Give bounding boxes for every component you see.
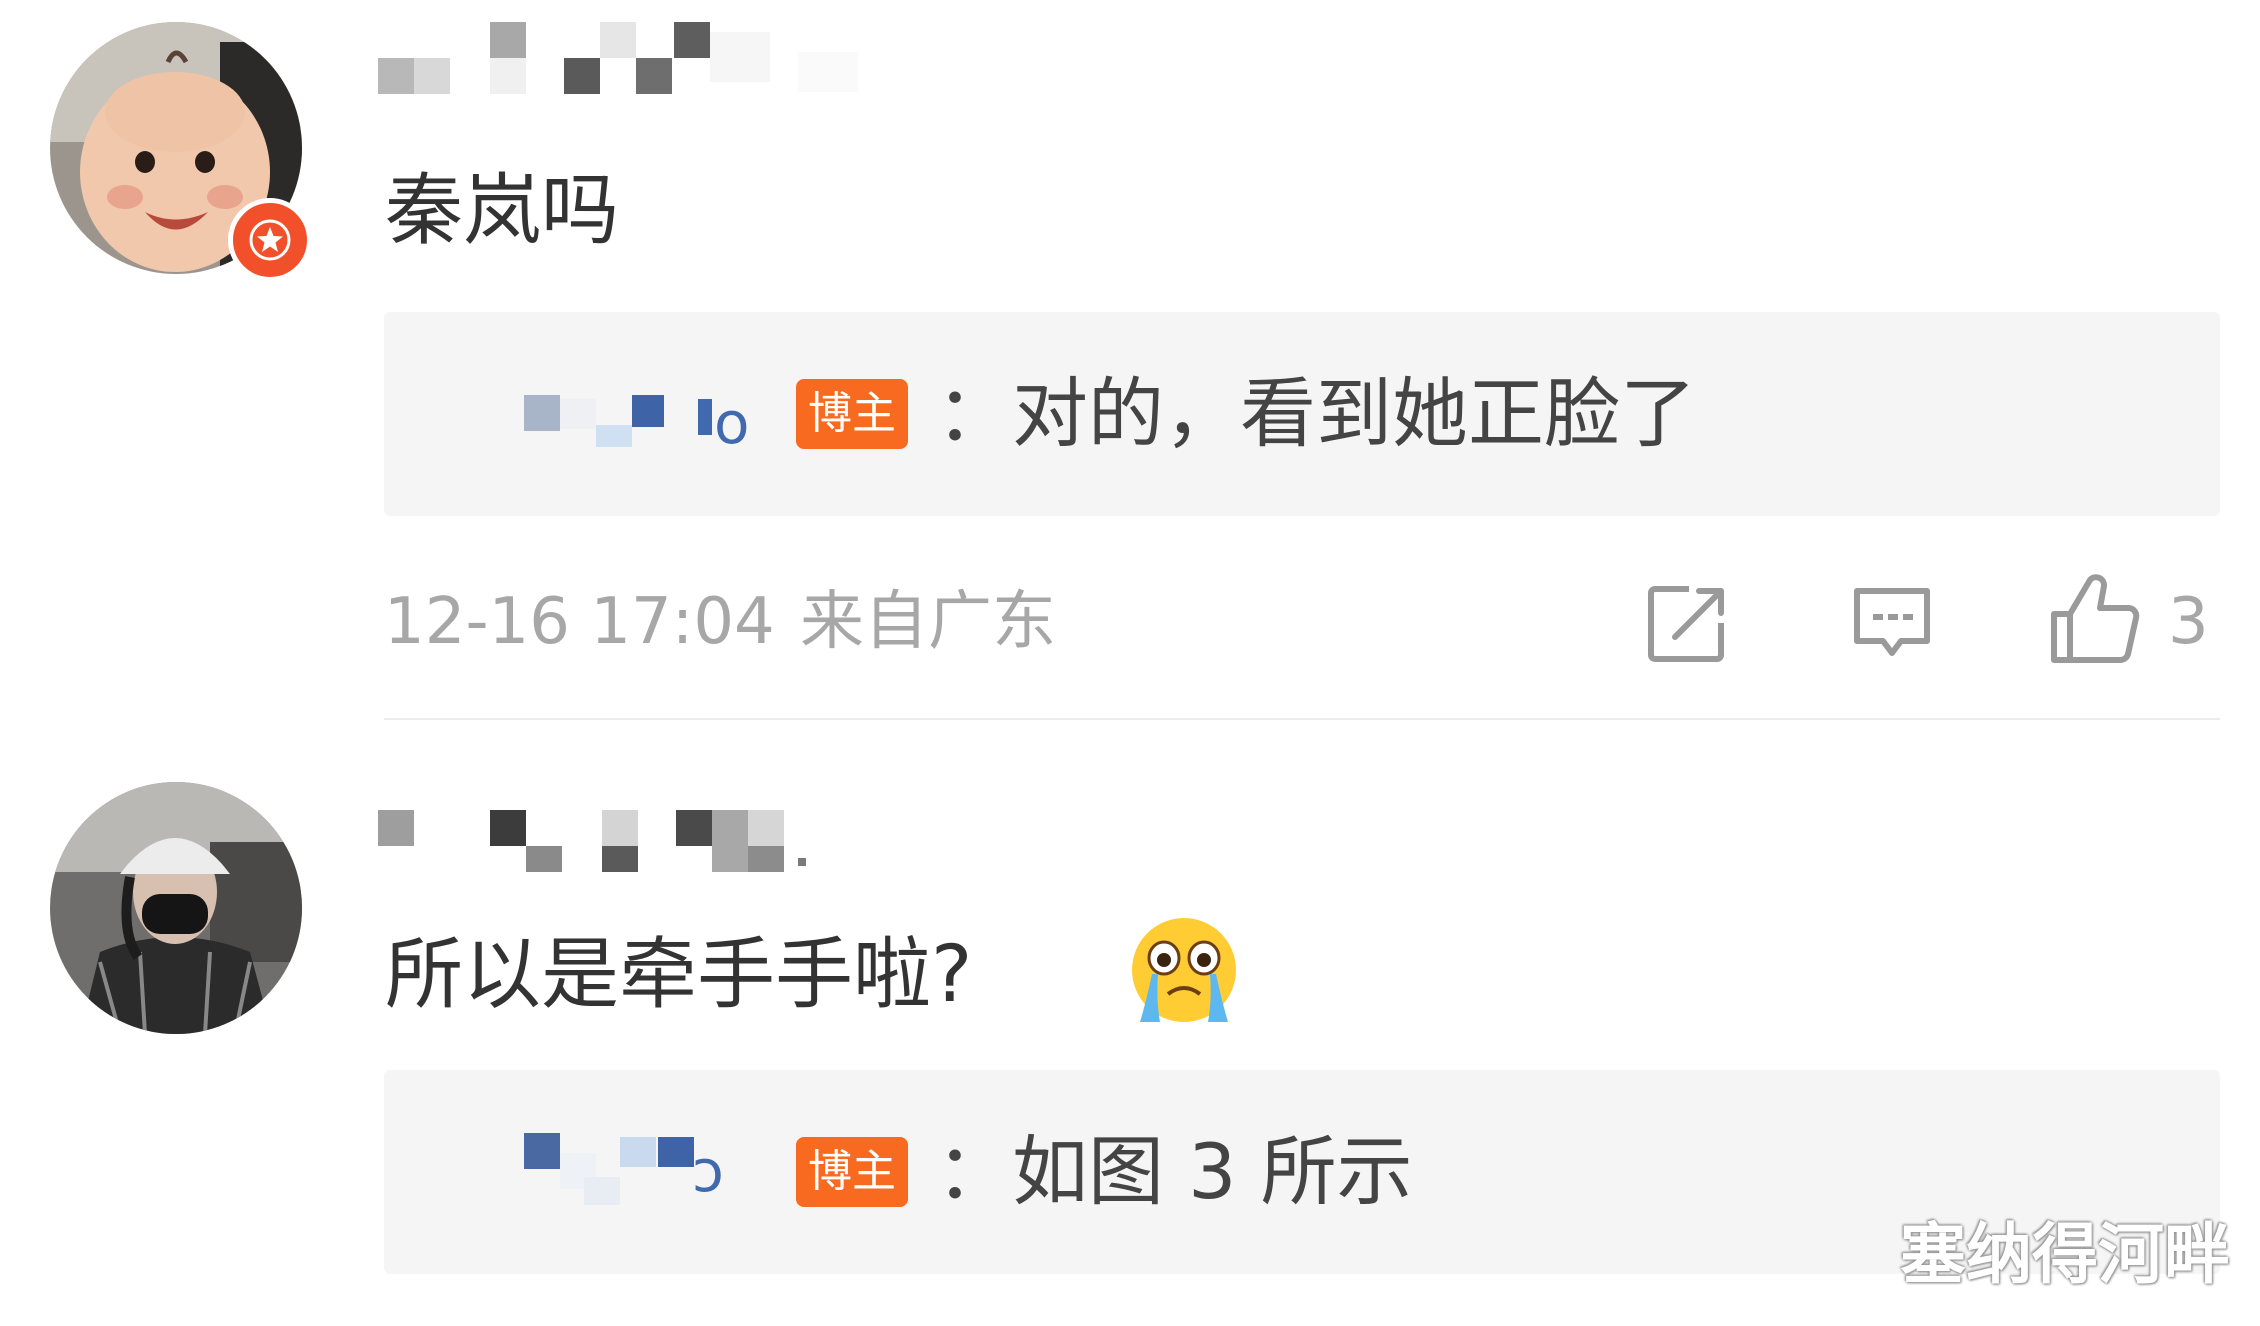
verified-star-badge: [228, 198, 312, 282]
username-pixelated-1[interactable]: [378, 22, 918, 102]
share-button[interactable]: [1640, 576, 1736, 672]
comment-button[interactable]: [1844, 576, 1940, 672]
commenter-avatar-2[interactable]: [50, 782, 302, 1034]
comment-timestamp: 12-16 17:04: [384, 585, 775, 659]
like-count: 3: [2168, 585, 2209, 659]
svg-text:o: o: [714, 389, 750, 457]
masked-person-photo-avatar-icon: [50, 782, 302, 1034]
crying-face-emoji-icon: [1132, 918, 1236, 1022]
comment-text-1: 秦岚吗: [385, 166, 620, 256]
watermark: 塞纳得河畔: [1900, 1216, 2230, 1293]
username-pixelated-2[interactable]: [378, 800, 848, 880]
comment-location: 来自广东: [800, 585, 1056, 659]
reply-text-1: ：对的，看到她正脸了: [936, 369, 1696, 458]
star-icon: [249, 219, 291, 261]
reply-username-pixelated-1[interactable]: o: [524, 369, 784, 459]
comment-divider: [384, 718, 2220, 720]
svg-text:ↄ: ↄ: [692, 1137, 724, 1205]
thumbs-up-icon: [2051, 574, 2140, 663]
comment-icon: [1854, 588, 1930, 656]
crying-face-emoji: [1126, 912, 1242, 1028]
author-reply-box-1[interactable]: o 博主 ：对的，看到她正脸了: [384, 312, 2220, 516]
comment-text-2: 所以是牵手手啦?: [385, 930, 973, 1020]
like-button[interactable]: [2044, 570, 2144, 670]
reply-text-2: ：如图 3 所示: [936, 1127, 1413, 1216]
reply-username-pixelated-2[interactable]: ↄ: [524, 1127, 784, 1217]
share-icon: [1648, 586, 1724, 662]
blogger-badge: 博主: [796, 1137, 908, 1207]
blogger-badge: 博主: [796, 379, 908, 449]
